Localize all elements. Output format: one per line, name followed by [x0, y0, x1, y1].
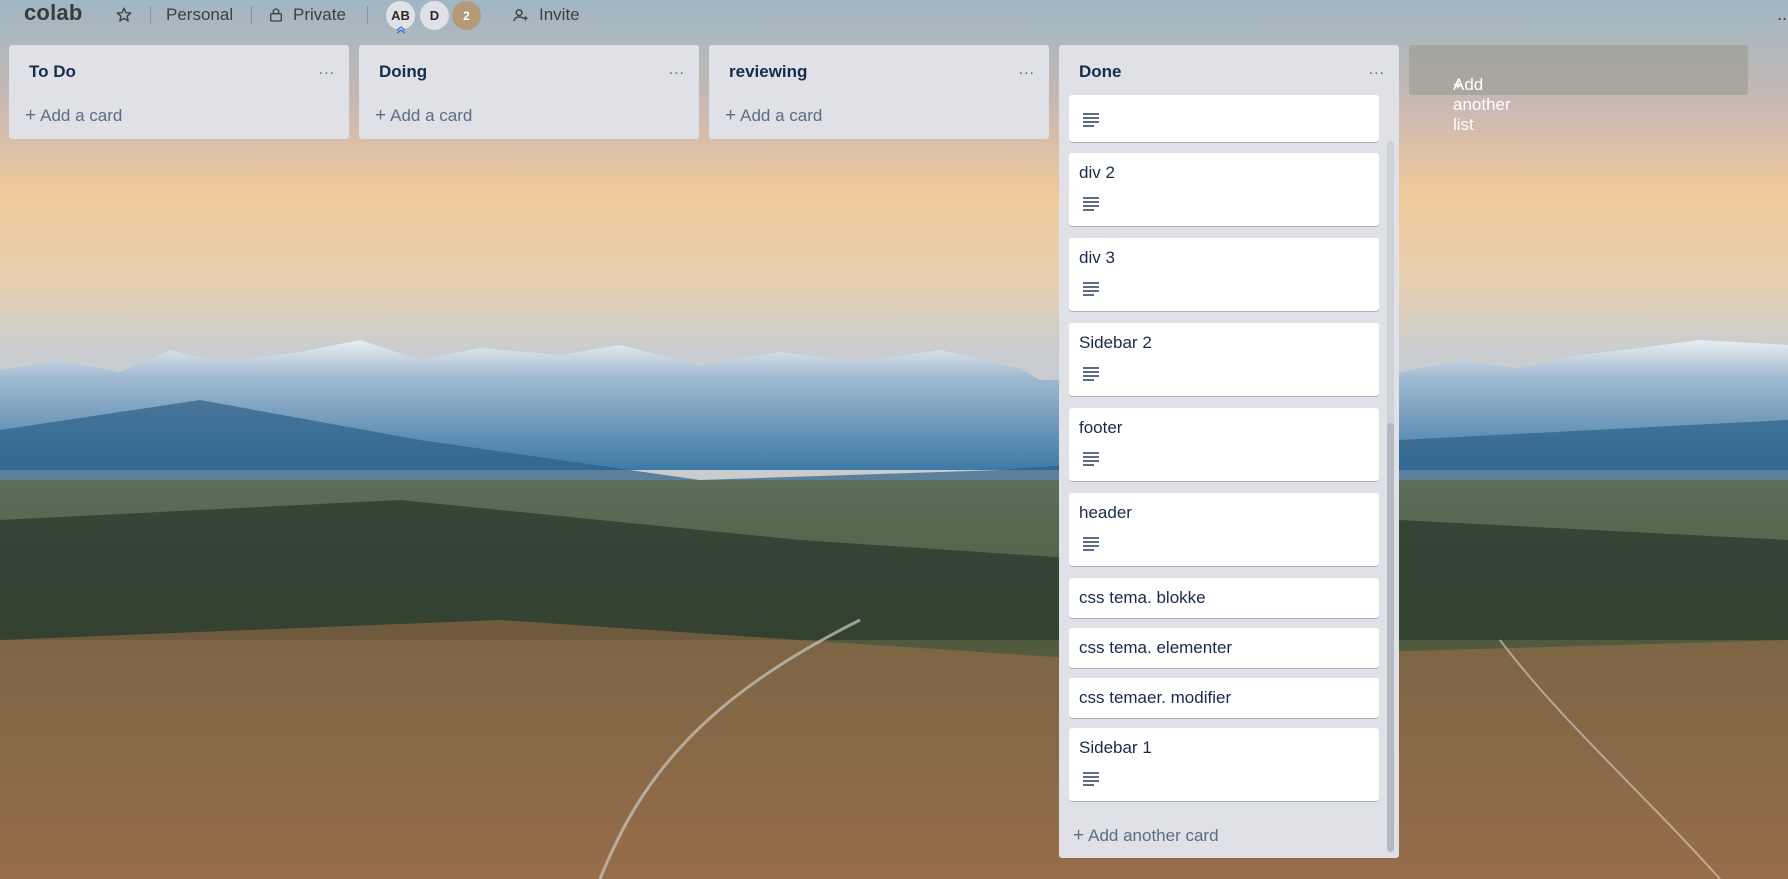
description-icon: [1083, 537, 1099, 551]
card[interactable]: Sidebar 1: [1069, 728, 1379, 801]
avatar-initials: AB: [391, 8, 410, 23]
description-icon: [1083, 452, 1099, 466]
add-card-button[interactable]: + Add a card: [725, 105, 822, 127]
invite-label: Invite: [539, 5, 580, 24]
card-title: div 2: [1079, 163, 1115, 182]
private-button[interactable]: Private: [268, 2, 346, 28]
card-title: css tema. blokke: [1079, 588, 1206, 607]
plus-icon: +: [725, 105, 737, 126]
card[interactable]: div 3: [1069, 238, 1379, 311]
plus-icon: +: [1073, 825, 1085, 846]
personal-button[interactable]: Personal: [166, 2, 233, 28]
add-card-label: Add a card: [40, 106, 123, 125]
board-header: colab Personal Private AB D 2 Invite ..: [0, 0, 1788, 34]
add-card-label: Add a card: [390, 106, 473, 125]
add-list-label: Add another list: [1453, 75, 1511, 134]
description-icon: [1083, 282, 1099, 296]
list-scrollbar-thumb[interactable]: [1387, 423, 1394, 852]
add-another-list-button[interactable]: + Add another list: [1409, 45, 1748, 134]
list-to-do: To Do ... + Add a card: [9, 45, 349, 139]
personal-label: Personal: [166, 5, 234, 24]
description-icon: [1083, 367, 1099, 381]
list-title[interactable]: Doing: [379, 62, 427, 82]
private-label: Private: [293, 5, 346, 24]
card[interactable]: footer: [1069, 408, 1379, 481]
board-title[interactable]: colab: [24, 0, 82, 26]
list-doing: Doing ... + Add a card: [359, 45, 699, 139]
star-icon: [116, 7, 132, 22]
list-title[interactable]: To Do: [29, 62, 76, 82]
list-title[interactable]: Done: [1079, 62, 1122, 82]
list-reviewing: reviewing ... + Add a card: [709, 45, 1049, 139]
card[interactable]: header: [1069, 493, 1379, 566]
list-scrollbar[interactable]: [1387, 141, 1394, 852]
add-card-button[interactable]: + Add a card: [25, 105, 122, 127]
header-separator: [150, 6, 151, 24]
description-icon: [1083, 113, 1099, 127]
plus-icon: +: [25, 105, 37, 126]
extra-members-badge[interactable]: 2: [452, 1, 481, 30]
list-title[interactable]: reviewing: [729, 62, 807, 82]
card-title: Sidebar 2: [1079, 333, 1152, 352]
card[interactable]: css tema. blokke: [1069, 578, 1379, 618]
list-menu-button[interactable]: ...: [319, 61, 335, 79]
description-icon: [1083, 197, 1099, 211]
add-card-button[interactable]: + Add a card: [375, 105, 472, 127]
avatar-initials: D: [429, 8, 440, 23]
card[interactable]: css temaer. modifier: [1069, 678, 1379, 718]
admin-chevron-icon: [396, 26, 406, 34]
card[interactable]: div 2: [1069, 153, 1379, 226]
list-menu-button[interactable]: ...: [1019, 61, 1035, 79]
avatar[interactable]: AB: [386, 1, 415, 34]
card-title: Sidebar 1: [1079, 738, 1152, 757]
add-card-label: Add a card: [740, 106, 823, 125]
card-title: div 3: [1079, 248, 1115, 267]
list-menu-button[interactable]: ...: [669, 61, 685, 79]
card[interactable]: css tema. elementer: [1069, 628, 1379, 668]
invite-button[interactable]: Invite: [512, 2, 580, 28]
lock-icon: [270, 8, 282, 22]
card-title: css temaer. modifier: [1079, 688, 1232, 707]
card[interactable]: [1069, 95, 1379, 142]
plus-icon: +: [375, 105, 387, 126]
card-title: footer: [1079, 418, 1123, 437]
list-menu-button[interactable]: ...: [1369, 61, 1385, 79]
description-icon: [1083, 772, 1099, 786]
card[interactable]: Sidebar 2: [1069, 323, 1379, 396]
list-done: Done ... div 2 div 3 Sidebar 2 footer he…: [1059, 45, 1399, 858]
add-another-card-button[interactable]: + Add another card: [1073, 825, 1219, 847]
card-title: header: [1079, 503, 1132, 522]
star-button[interactable]: [115, 2, 133, 28]
extra-members-count: 2: [463, 8, 470, 23]
board-menu-button[interactable]: ...: [1777, 4, 1788, 25]
card-title: css tema. elementer: [1079, 638, 1233, 657]
header-separator: [367, 6, 368, 24]
header-separator: [251, 6, 252, 24]
avatar[interactable]: D: [420, 1, 449, 30]
add-card-label: Add another card: [1088, 826, 1219, 845]
add-person-icon: [513, 8, 528, 21]
